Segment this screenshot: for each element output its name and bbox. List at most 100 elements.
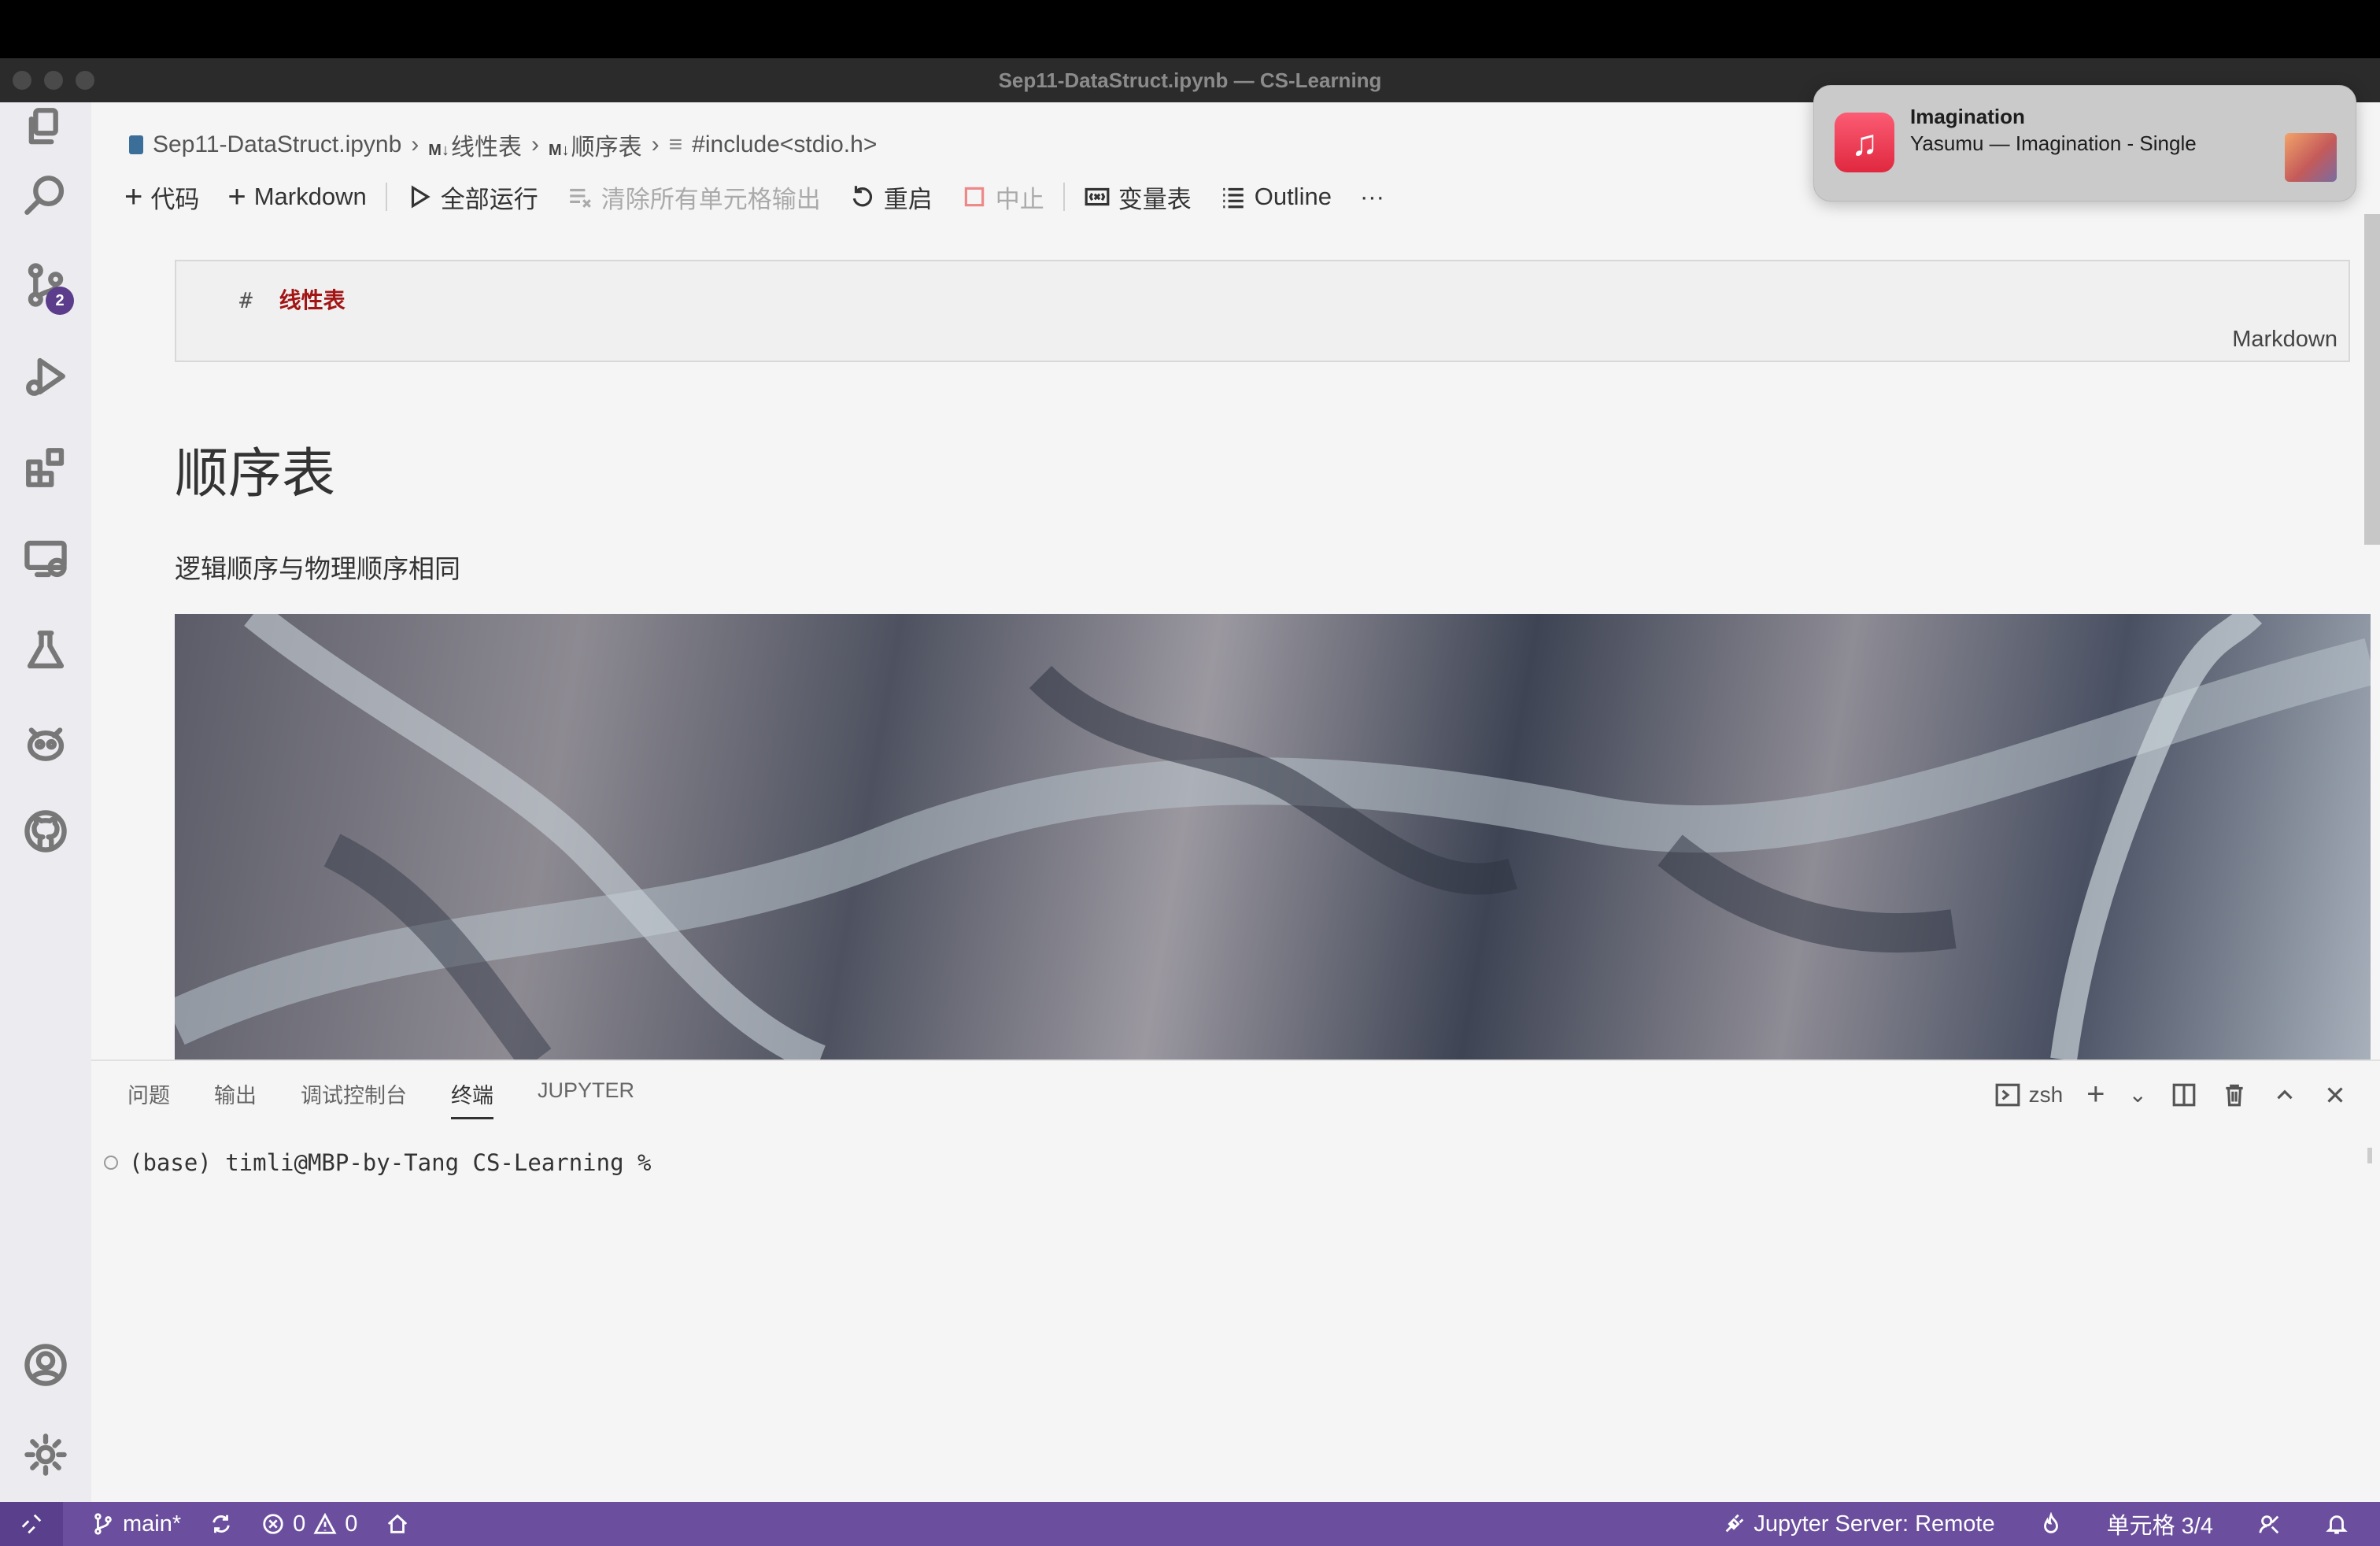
split-terminal-icon[interactable] <box>2171 1082 2197 1108</box>
copilot-icon[interactable] <box>20 716 71 767</box>
restart-kernel-button[interactable]: 重启 <box>835 179 947 215</box>
music-notification[interactable]: ♫ Imagination Yasumu — Imagination - Sin… <box>1813 85 2356 202</box>
markdown-cell[interactable]: # 线性表 Markdown <box>175 260 2350 362</box>
plus-icon: + <box>124 179 143 214</box>
home-button[interactable] <box>386 1512 409 1536</box>
error-icon <box>263 1514 283 1534</box>
toolbar-divider <box>385 183 387 211</box>
notification-body: Yasumu — Imagination - Single <box>1910 131 2197 155</box>
notifications-button[interactable] <box>2325 1512 2349 1536</box>
breadcrumb-section-2[interactable]: 顺序表 <box>571 135 642 161</box>
music-app-icon: ♫ <box>1835 113 1894 172</box>
album-artwork <box>2285 133 2337 182</box>
status-bar: main* 0 0 Jupyter Server: Remote 单元格 3/4 <box>0 1502 2380 1546</box>
editor-scrollbar[interactable] <box>2364 214 2380 545</box>
markdown-icon: M↓ <box>548 142 570 159</box>
explorer-icon[interactable] <box>20 102 71 153</box>
chevron-right-icon: › <box>530 131 539 157</box>
plug-icon <box>1726 1514 1744 1533</box>
embedded-image <box>175 614 2371 1060</box>
panel-actions: zsh + ⌄ <box>1994 1077 2349 1112</box>
more-actions-button[interactable]: ··· <box>1346 183 1399 211</box>
markdown-cell-source[interactable]: # 线性表 <box>239 283 346 315</box>
sync-button[interactable] <box>209 1512 233 1536</box>
cell-position-status[interactable]: 单元格 3/4 <box>2107 1507 2213 1540</box>
tab-output[interactable]: 输出 <box>214 1078 257 1119</box>
stop-icon <box>964 187 984 207</box>
jupyter-server-status[interactable]: Jupyter Server: Remote <box>1722 1511 1995 1537</box>
git-branch-icon <box>94 1513 112 1535</box>
variables-icon <box>1085 187 1110 206</box>
notebook-file-icon <box>129 135 143 154</box>
minimize-window-button[interactable] <box>44 71 63 90</box>
markdown-icon: M↓ <box>428 142 449 159</box>
cell-language-label[interactable]: Markdown <box>2232 327 2338 353</box>
chevron-right-icon: › <box>411 131 419 157</box>
riverbed-aerial-image <box>175 614 2371 1060</box>
rendered-paragraph: 逻辑顺序与物理顺序相同 <box>175 553 460 584</box>
branch-status[interactable]: main* <box>91 1511 181 1537</box>
clear-all-outputs-button[interactable]: 清除所有单元格输出 <box>552 179 835 215</box>
github-icon[interactable] <box>20 806 71 856</box>
chevron-down-icon[interactable]: ⌄ <box>2129 1082 2147 1108</box>
problems-status[interactable]: 0 0 <box>261 1511 357 1537</box>
breadcrumb-section-1[interactable]: 线性表 <box>451 135 522 161</box>
tab-terminal[interactable]: 终端 <box>451 1078 493 1119</box>
run-debug-icon[interactable] <box>20 351 71 401</box>
breadcrumb-section-3[interactable]: #include<stdio.h> <box>692 131 877 158</box>
terminal-shell-selector[interactable]: zsh <box>1994 1082 2063 1108</box>
menu-bar <box>0 0 2380 58</box>
terminal-output[interactable]: (base) timli@MBP-by-Tang CS-Learning % <box>104 1149 651 1176</box>
rendered-heading: 顺序表 <box>175 443 336 505</box>
terminal-scrollbar[interactable] <box>2367 1148 2372 1163</box>
remote-explorer-icon[interactable] <box>20 534 71 584</box>
search-icon[interactable] <box>20 170 71 220</box>
add-code-cell-button[interactable]: + 代码 <box>110 179 213 215</box>
variables-button[interactable]: 变量表 <box>1070 179 1206 215</box>
chevron-right-icon: › <box>651 131 660 157</box>
feedback-button[interactable] <box>2257 1512 2281 1536</box>
markdown-heading-text: 线性表 <box>279 287 346 313</box>
run-icon <box>411 185 431 209</box>
breadcrumb-file[interactable]: Sep11-DataStruct.ipynb <box>153 131 401 158</box>
account-icon[interactable] <box>20 1340 71 1390</box>
bell-icon <box>2326 1515 2348 1534</box>
terminal-prompt: (base) timli@MBP-by-Tang CS-Learning % <box>129 1149 652 1176</box>
outline-button[interactable]: Outline <box>1206 183 1346 211</box>
trash-icon[interactable] <box>2221 1082 2248 1108</box>
sync-icon <box>213 1515 230 1533</box>
home-icon <box>388 1514 408 1533</box>
kernel-status[interactable] <box>2039 1512 2063 1536</box>
settings-gear-icon[interactable] <box>20 1429 71 1480</box>
terminal-status-icon <box>104 1156 118 1170</box>
run-all-button[interactable]: 全部运行 <box>392 179 552 215</box>
close-icon[interactable] <box>2322 1082 2349 1108</box>
notebook-editor: Sep11-DataStruct.ipynb › M↓线性表 › M↓顺序表 ›… <box>91 102 2380 1060</box>
maximize-panel-icon[interactable] <box>2271 1082 2298 1108</box>
toolbar-divider <box>1062 183 1065 211</box>
remote-icon <box>21 1514 42 1534</box>
activity-bar: 2 <box>0 102 91 1502</box>
scm-badge: 2 <box>46 287 74 315</box>
tab-problems[interactable]: 问题 <box>128 1078 170 1119</box>
list-icon <box>1222 187 1244 209</box>
warning-icon <box>313 1512 337 1534</box>
zoom-window-button[interactable] <box>76 71 94 90</box>
new-terminal-button[interactable]: + <box>2086 1077 2105 1112</box>
clear-all-icon <box>569 188 591 208</box>
code-symbol-icon: ≡ <box>668 131 683 157</box>
tab-debug-console[interactable]: 调试控制台 <box>301 1078 407 1119</box>
notebook-toolbar: + 代码 + Markdown 全部运行 清除所有单元格输出 重启 中止 变量表 <box>110 175 1399 219</box>
close-window-button[interactable] <box>13 71 31 90</box>
remote-indicator-button[interactable] <box>0 1502 63 1546</box>
notification-title: Imagination <box>1910 105 2025 128</box>
flame-icon <box>2043 1512 2058 1533</box>
interrupt-kernel-button[interactable]: 中止 <box>947 179 1059 215</box>
feedback-icon <box>2259 1515 2279 1534</box>
testing-icon[interactable] <box>20 625 71 675</box>
tab-jupyter[interactable]: JUPYTER <box>538 1078 634 1119</box>
add-markdown-cell-button[interactable]: + Markdown <box>213 179 380 215</box>
plus-icon: + <box>227 179 246 214</box>
extensions-icon[interactable] <box>20 442 71 493</box>
terminal-icon <box>1995 1083 2020 1106</box>
